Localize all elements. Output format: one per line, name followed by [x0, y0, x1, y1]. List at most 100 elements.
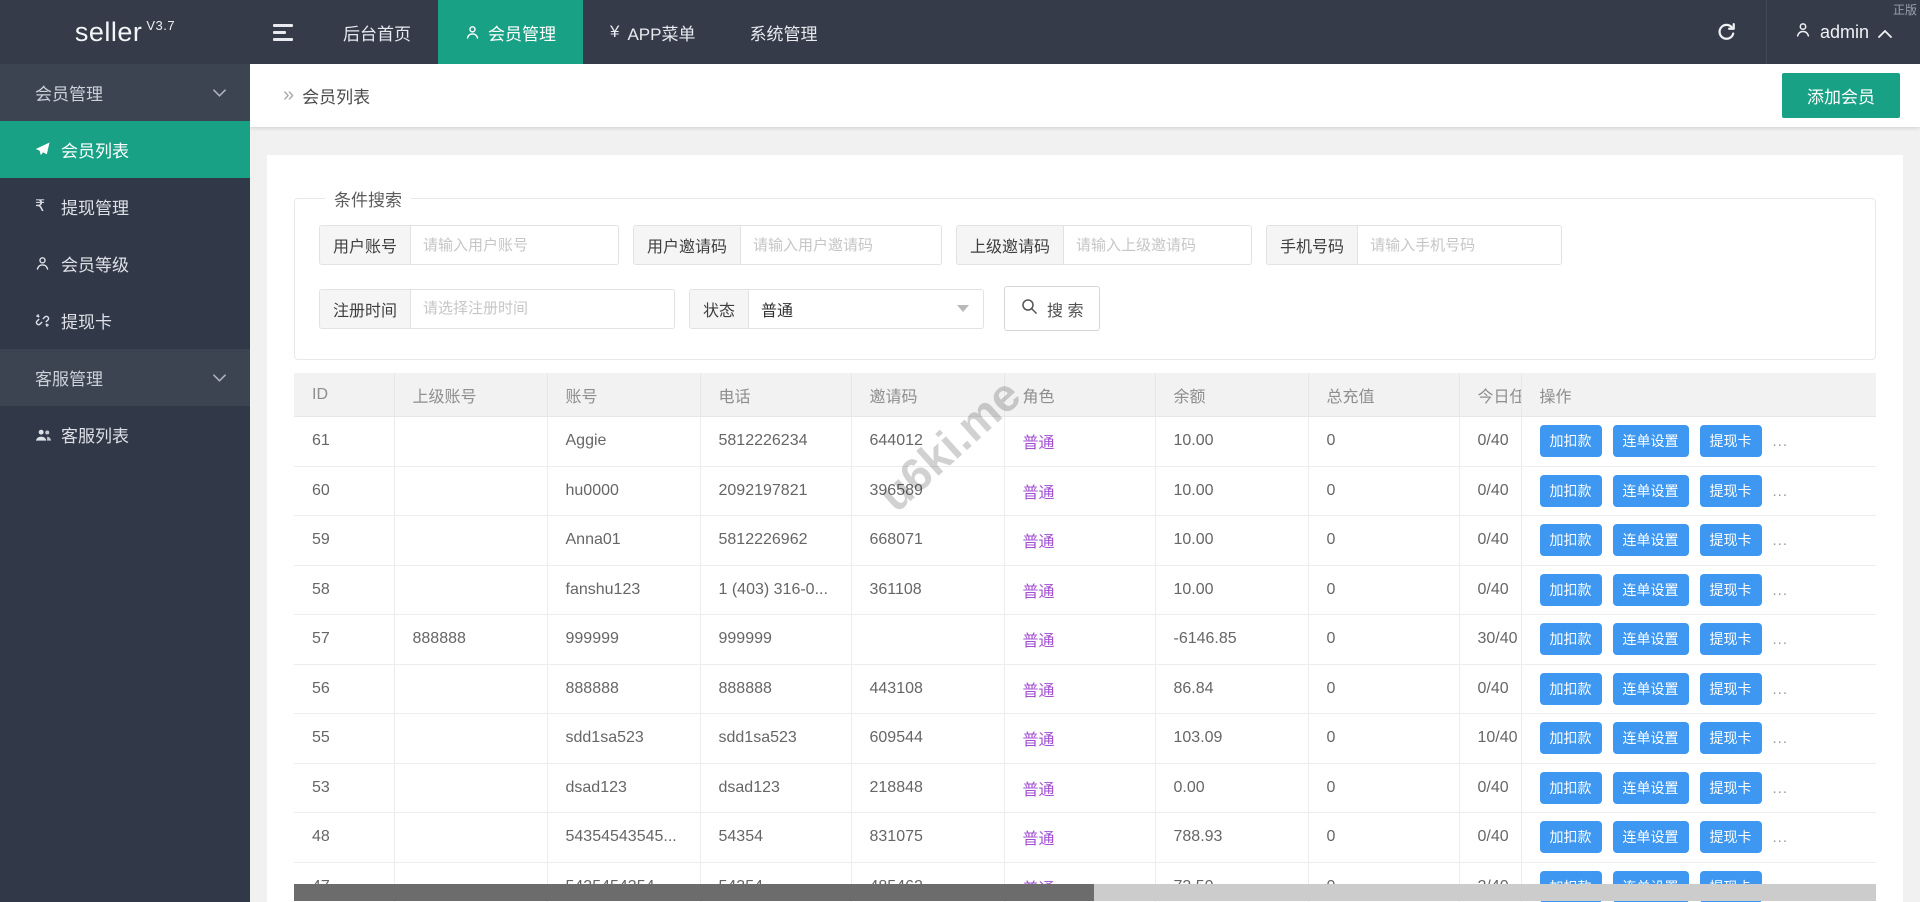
- role-tag[interactable]: 普通: [1023, 732, 1055, 749]
- withdraw-card-button[interactable]: 提现卡: [1699, 474, 1762, 507]
- role-tag[interactable]: 普通: [1023, 534, 1055, 551]
- withdraw-card-button[interactable]: 提现卡: [1699, 425, 1762, 458]
- nav-member-management[interactable]: 会员管理: [438, 0, 583, 64]
- add-deduct-button[interactable]: 加扣款: [1539, 771, 1602, 804]
- parent-invite-code-input[interactable]: [1064, 226, 1252, 264]
- more-actions[interactable]: ...: [1773, 780, 1789, 797]
- phone-number-input[interactable]: [1358, 226, 1562, 264]
- cell-invite-code: 396589: [851, 466, 1005, 516]
- nav-dashboard[interactable]: 后台首页: [316, 0, 438, 64]
- cell-parent-account: [394, 416, 548, 467]
- cell-role: 普通: [1004, 466, 1156, 516]
- table-row: 58 fanshu123 1 (403) 316-0... 361108 普通 10.00…: [294, 565, 1876, 615]
- withdraw-card-button[interactable]: 提现卡: [1699, 771, 1762, 804]
- column-header-invite-code: 邀请码: [851, 373, 1005, 417]
- cell-parent-account: [394, 565, 548, 615]
- rupee-icon: ₹: [35, 197, 46, 215]
- role-tag[interactable]: 普通: [1023, 782, 1055, 799]
- nav-app-menu[interactable]: ¥ APP菜单: [583, 0, 723, 64]
- withdraw-card-button[interactable]: 提现卡: [1699, 821, 1762, 854]
- column-header-actions: 操作: [1521, 373, 1876, 417]
- cell-parent-account: [394, 713, 548, 764]
- search-button[interactable]: 搜 索: [1004, 286, 1101, 331]
- cell-phone: 5812226234: [700, 416, 852, 467]
- add-deduct-button[interactable]: 加扣款: [1539, 722, 1602, 755]
- sidebar-group-member-management[interactable]: 会员管理: [0, 64, 250, 121]
- table-row: 61 Aggie 5812226234 644012 普通 10.00 0 0/40 加扣款 连单…: [294, 416, 1876, 467]
- more-actions[interactable]: ...: [1773, 631, 1789, 648]
- withdraw-card-button[interactable]: 提现卡: [1699, 722, 1762, 755]
- sidebar-item-member-list[interactable]: 会员列表: [0, 121, 250, 178]
- cell-phone: dsad123: [700, 763, 852, 813]
- role-tag[interactable]: 普通: [1023, 485, 1055, 502]
- sidebar-item-member-level[interactable]: 会员等级: [0, 235, 250, 292]
- role-tag[interactable]: 普通: [1023, 633, 1055, 650]
- role-tag[interactable]: 普通: [1023, 584, 1055, 601]
- withdraw-card-button[interactable]: 提现卡: [1699, 573, 1762, 606]
- sidebar-item-service-list[interactable]: 客服列表: [0, 406, 250, 463]
- more-actions[interactable]: ...: [1773, 532, 1789, 549]
- nav-item-label: 后台首页: [343, 24, 411, 44]
- sidebar-item-label: 提现管理: [61, 199, 129, 218]
- sidebar-item-withdraw-card[interactable]: 提现卡: [0, 292, 250, 349]
- chain-order-settings-button[interactable]: 连单设置: [1612, 623, 1689, 656]
- cell-account: dsad123: [547, 763, 701, 813]
- chain-order-settings-button[interactable]: 连单设置: [1612, 821, 1689, 854]
- member-table: ID上级账号账号电话邀请码角色余额总充值今日任务操作 61Aggie581222…: [294, 373, 1876, 902]
- user-account-label: 用户账号: [320, 226, 412, 264]
- withdraw-card-button[interactable]: 提现卡: [1699, 623, 1762, 656]
- sidebar-group-service-management[interactable]: 客服管理: [0, 349, 250, 406]
- chain-order-settings-button[interactable]: 连单设置: [1612, 573, 1689, 606]
- user-invite-code-input[interactable]: [741, 226, 942, 264]
- search-button-label: 搜 索: [1047, 302, 1084, 320]
- cell-phone: 5812226962: [700, 515, 852, 566]
- horizontal-scrollbar-track[interactable]: [294, 884, 1876, 901]
- horizontal-scrollbar-thumb[interactable]: [294, 884, 1094, 901]
- add-deduct-button[interactable]: 加扣款: [1539, 821, 1602, 854]
- cell-id: 61: [294, 416, 395, 467]
- sidebar: 会员管理 会员列表 ₹ 提现管理会员等级 提现卡 客服管理 客服列表: [0, 64, 250, 902]
- sidebar-toggle-icon[interactable]: [250, 0, 316, 64]
- table-row: 60 hu0000 2092197821 396589 普通 10.00 0 0/40 加扣款连…: [294, 466, 1876, 516]
- add-deduct-button[interactable]: 加扣款: [1539, 524, 1602, 557]
- nav-system-management[interactable]: 系统管理: [723, 0, 845, 64]
- add-deduct-button[interactable]: 加扣款: [1539, 623, 1602, 656]
- cell-phone: sdd1sa523: [700, 713, 852, 764]
- rocket-icon: [35, 142, 61, 157]
- role-tag[interactable]: 普通: [1023, 683, 1055, 700]
- cell-actions: 加扣款连单设置提现卡...: [1521, 713, 1876, 764]
- more-actions[interactable]: ...: [1773, 681, 1789, 698]
- cell-parent-account: [394, 763, 548, 813]
- add-deduct-button[interactable]: 加扣款: [1539, 573, 1602, 606]
- more-actions[interactable]: ...: [1773, 829, 1789, 846]
- add-deduct-button[interactable]: 加扣款: [1539, 474, 1602, 507]
- select-caret-icon: [957, 305, 970, 312]
- chain-order-settings-button[interactable]: 连单设置: [1612, 425, 1689, 458]
- role-tag[interactable]: 普通: [1023, 831, 1055, 848]
- more-actions[interactable]: ...: [1773, 483, 1789, 500]
- cell-account: fanshu123: [547, 565, 701, 615]
- sidebar-item-withdraw-management[interactable]: ₹ 提现管理: [0, 178, 250, 235]
- add-deduct-button[interactable]: 加扣款: [1539, 672, 1602, 705]
- status-select[interactable]: 普通: [749, 289, 984, 328]
- add-member-button[interactable]: 添加会员: [1782, 73, 1900, 118]
- chain-order-settings-button[interactable]: 连单设置: [1612, 672, 1689, 705]
- more-actions[interactable]: ...: [1773, 582, 1789, 599]
- chevron-down-icon: [213, 373, 226, 382]
- add-deduct-button[interactable]: 加扣款: [1539, 425, 1602, 458]
- user-account-input[interactable]: [411, 226, 619, 264]
- chain-order-settings-button[interactable]: 连单设置: [1612, 474, 1689, 507]
- refresh-icon[interactable]: [1688, 0, 1766, 64]
- withdraw-card-button[interactable]: 提现卡: [1699, 672, 1762, 705]
- content-card: 条件搜索 用户账号 用户邀请码 上级邀请码 手机号码: [267, 155, 1903, 902]
- chain-order-settings-button[interactable]: 连单设置: [1612, 524, 1689, 557]
- register-time-input[interactable]: [411, 289, 675, 328]
- chain-order-settings-button[interactable]: 连单设置: [1612, 722, 1689, 755]
- role-tag[interactable]: 普通: [1023, 435, 1055, 452]
- withdraw-card-button[interactable]: 提现卡: [1699, 524, 1762, 557]
- cell-actions: 加扣款连单设置提现卡...: [1521, 812, 1876, 863]
- more-actions[interactable]: ...: [1773, 433, 1789, 450]
- more-actions[interactable]: ...: [1773, 730, 1789, 747]
- chain-order-settings-button[interactable]: 连单设置: [1612, 771, 1689, 804]
- table-row: 57 888888 999999 999999 普通 -6146.85 0 30/40 加扣款连…: [294, 614, 1876, 665]
